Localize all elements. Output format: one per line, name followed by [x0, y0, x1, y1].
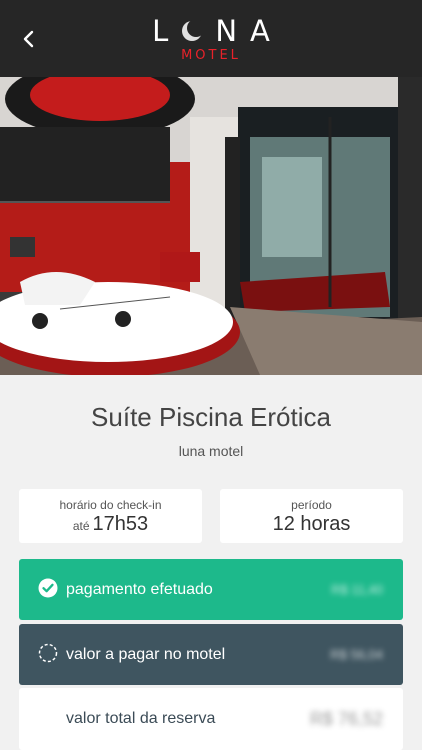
- amount-due-value: R$ 56,04: [330, 647, 383, 662]
- total-amount: R$ 76,52: [309, 708, 383, 729]
- checkin-card: horário do check-in até 17h53: [19, 489, 202, 543]
- payment-made-label: pagamento efetuado: [66, 580, 213, 598]
- amount-due-row: valor a pagar no motel R$ 56,04: [19, 624, 403, 685]
- dashed-circle-icon: [38, 643, 58, 663]
- brand-logo: L NA MOTEL: [0, 14, 422, 63]
- brand-subtitle: MOTEL: [181, 48, 241, 63]
- total-row: valor total da reserva R$ 76,52: [19, 688, 403, 750]
- payment-made-amount: R$ 11,40: [331, 582, 383, 597]
- checkin-time: 17h53: [92, 513, 149, 535]
- brand-wordmark: L NA: [152, 14, 283, 48]
- suite-photo: [0, 77, 422, 375]
- period-label: período: [291, 498, 332, 512]
- checkin-prefix: até: [72, 519, 90, 533]
- amount-due-label: valor a pagar no motel: [66, 645, 226, 663]
- suite-title: Suíte Piscina Erótica: [91, 402, 331, 432]
- checkin-value: até 17h53: [19, 513, 202, 536]
- total-label: valor total da reserva: [66, 710, 216, 727]
- motel-name: luna motel: [178, 443, 244, 459]
- payment-made-row: pagamento efetuado R$ 11,40: [19, 559, 403, 620]
- top-bar: L NA MOTEL: [0, 0, 422, 77]
- period-value: 12 horas: [272, 513, 351, 535]
- period-card: período 12 horas: [220, 489, 403, 543]
- moon-icon: [182, 20, 204, 41]
- check-circle-icon: [38, 578, 58, 598]
- checkin-label: horário do check-in: [59, 498, 162, 512]
